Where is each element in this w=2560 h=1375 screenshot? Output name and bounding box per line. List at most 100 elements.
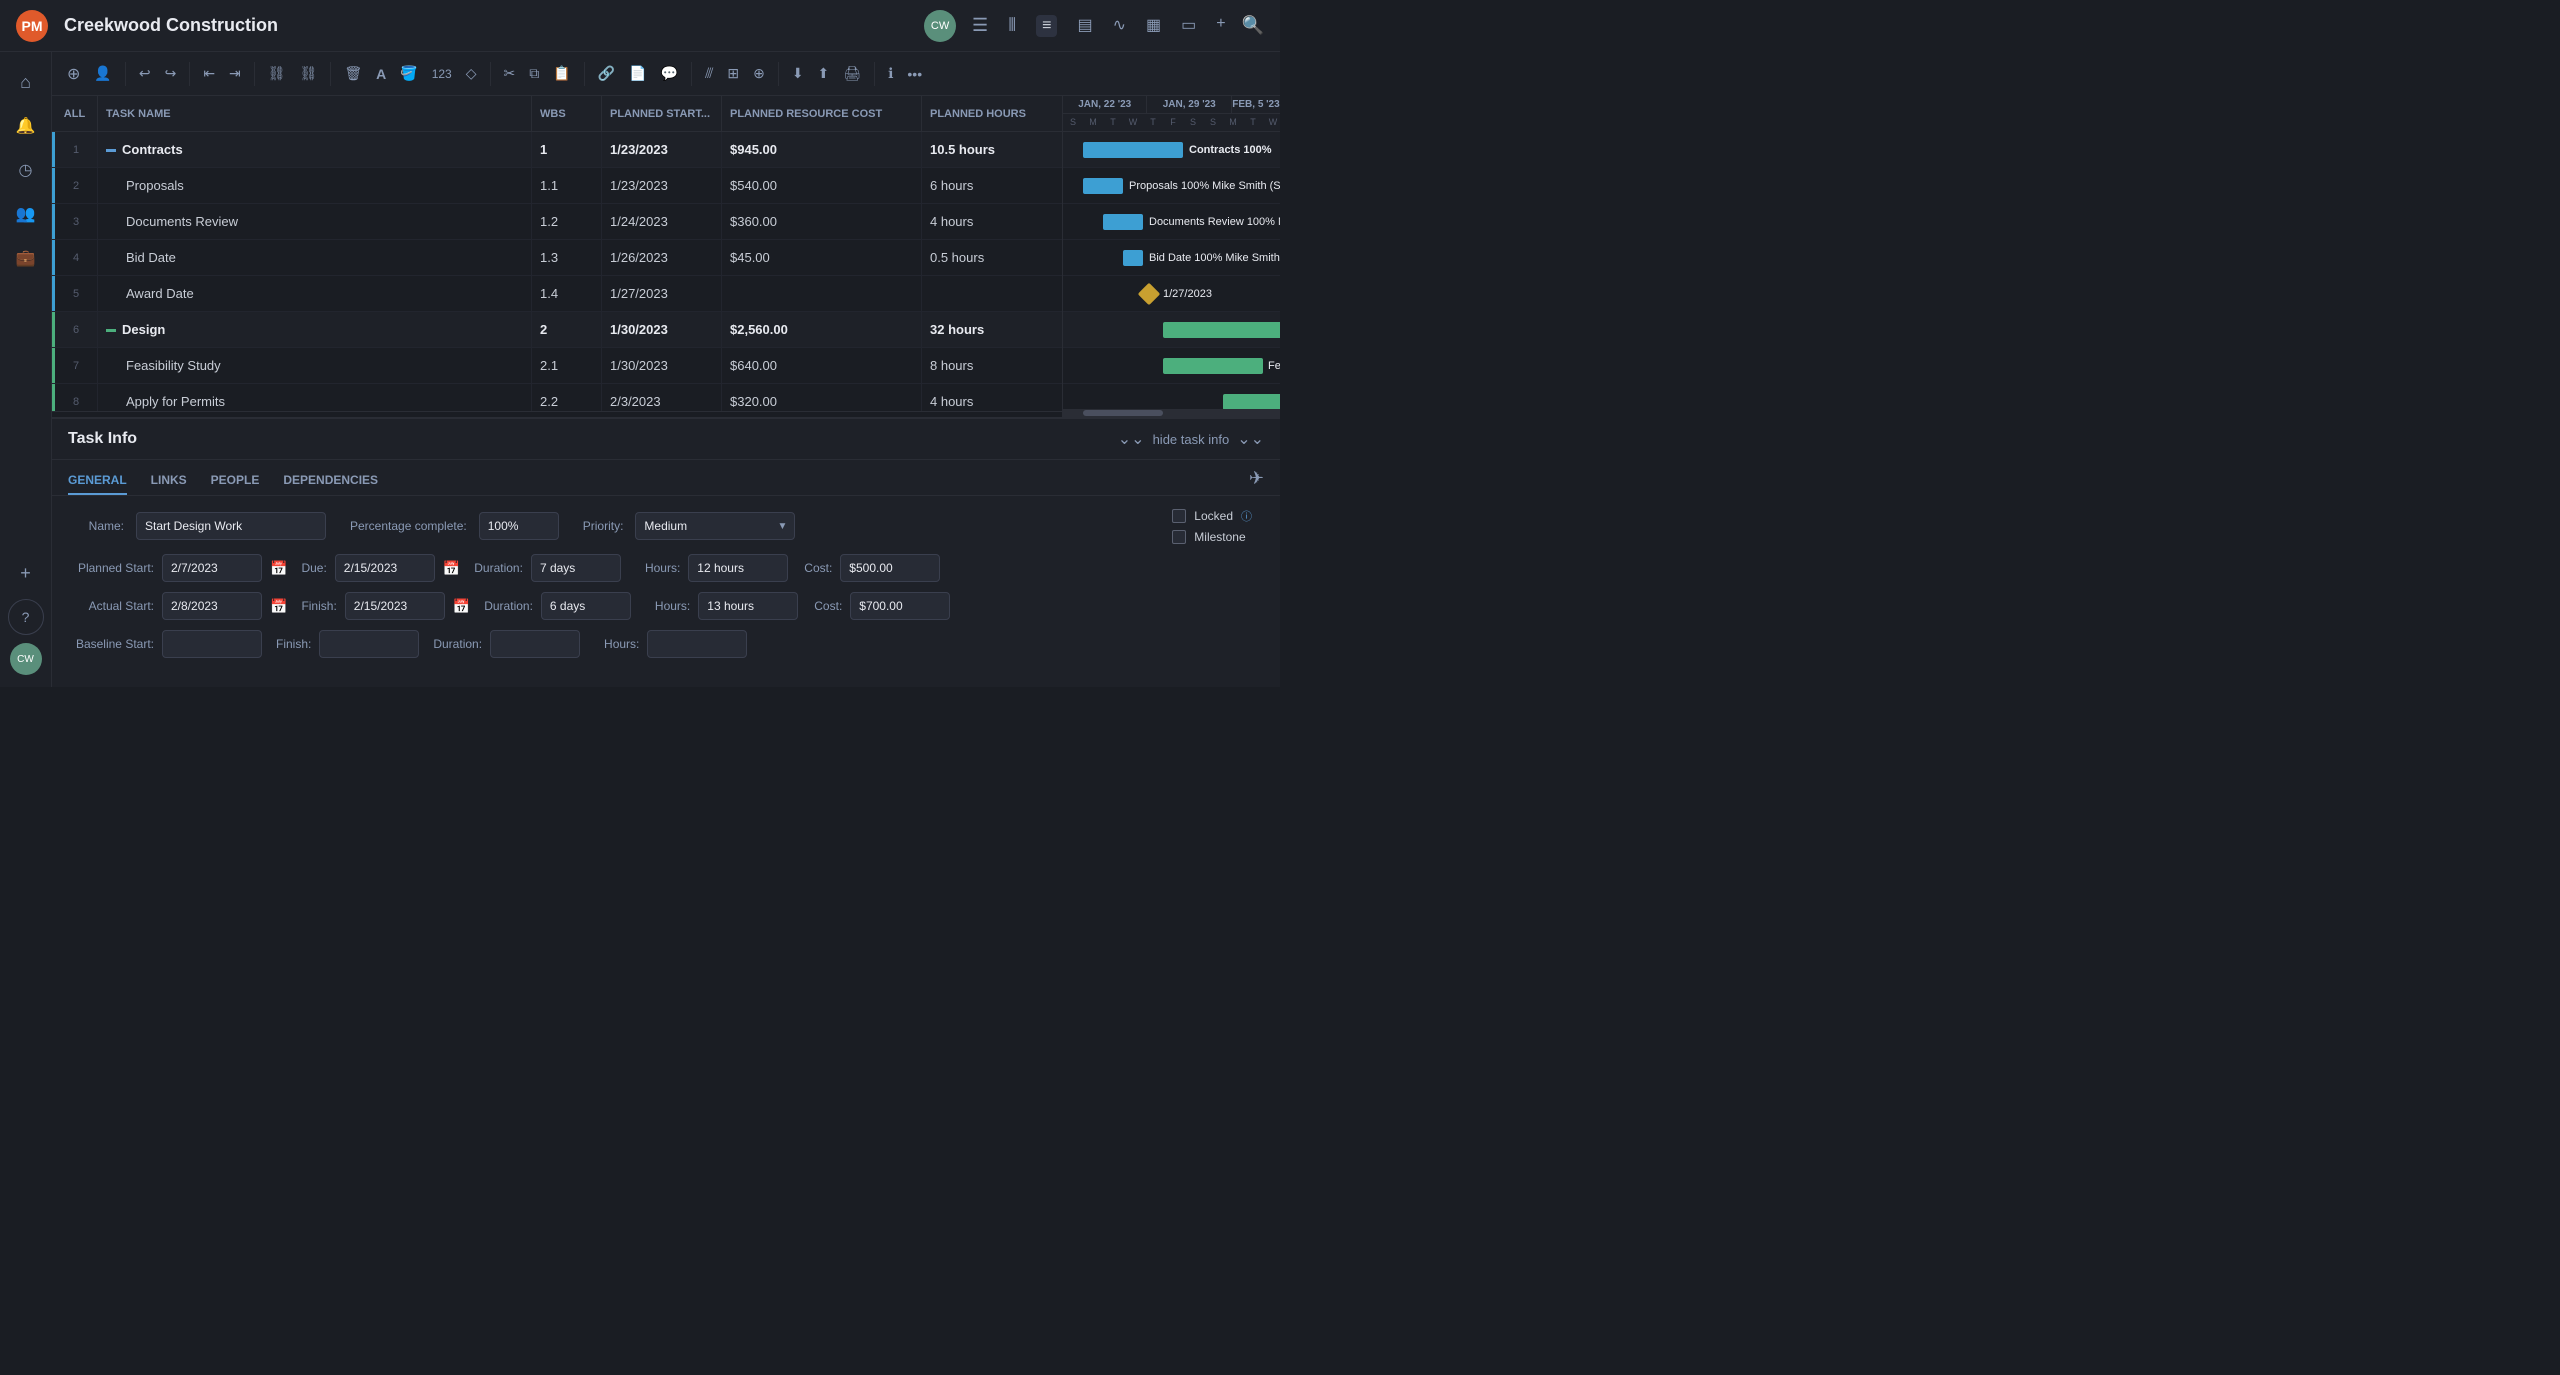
calendar-icon-actual-start[interactable]: 📅 xyxy=(270,598,287,615)
baseline-start-input[interactable] xyxy=(162,630,262,658)
milestone-row[interactable]: Milestone xyxy=(1172,530,1252,544)
finish-input[interactable] xyxy=(345,592,445,620)
list-view-icon[interactable]: ☰ xyxy=(972,15,988,37)
outdent-button[interactable]: ⇤ xyxy=(198,61,220,86)
add-view-icon[interactable]: + xyxy=(1216,15,1225,37)
task-name-cell[interactable]: ▬ Design xyxy=(98,312,532,347)
collapse-icon[interactable]: ▬ xyxy=(106,324,116,335)
hours-actual-input[interactable] xyxy=(698,592,798,620)
table-row[interactable]: 2 Proposals 1.1 1/23/2023 $540.00 6 hour… xyxy=(52,168,1062,204)
chart-view-icon[interactable]: ∿ xyxy=(1113,15,1126,37)
calendar-icon-due[interactable]: 📅 xyxy=(443,560,460,577)
sidebar-item-briefcase[interactable]: 💼 xyxy=(8,240,44,276)
table-button[interactable]: ⊞ xyxy=(722,61,744,86)
split-button[interactable]: ⫻ xyxy=(700,61,718,86)
tab-links[interactable]: LINKS xyxy=(151,467,187,495)
pct-complete-input[interactable] xyxy=(479,512,559,540)
priority-select-wrapper[interactable]: Medium ▼ xyxy=(635,512,795,540)
chevron-down-icon2[interactable]: ⌄⌄ xyxy=(1237,429,1264,449)
search-icon[interactable]: 🔍 xyxy=(1242,15,1264,36)
sidebar-item-home[interactable]: ⌂ xyxy=(8,64,44,100)
task-name-cell[interactable]: Bid Date xyxy=(98,240,532,275)
copy-button[interactable]: ⧉ xyxy=(524,61,544,86)
baseline-hours-input[interactable] xyxy=(647,630,747,658)
table-row[interactable]: 5 Award Date 1.4 1/27/2023 xyxy=(52,276,1062,312)
unlink-button[interactable]: ⛓ xyxy=(295,61,323,86)
hours-planned-input[interactable] xyxy=(688,554,788,582)
milestone-button[interactable]: ◇ xyxy=(461,61,482,86)
table-row[interactable]: 4 Bid Date 1.3 1/26/2023 $45.00 0.5 hour… xyxy=(52,240,1062,276)
task-name-cell[interactable]: Apply for Permits xyxy=(98,384,532,411)
number-format-button[interactable]: 123 xyxy=(427,63,457,85)
task-name-cell[interactable]: ▬ Contracts xyxy=(98,132,532,167)
due-input[interactable] xyxy=(335,554,435,582)
milestone-checkbox[interactable] xyxy=(1172,530,1186,544)
sidebar-avatar[interactable]: CW xyxy=(10,643,42,675)
export-button[interactable]: ⬇ xyxy=(787,61,809,86)
sidebar-item-notifications[interactable]: 🔔 xyxy=(8,108,44,144)
print-button[interactable]: 🖨 xyxy=(838,61,866,86)
calendar-icon-planned-start[interactable]: 📅 xyxy=(270,560,287,577)
comment-button[interactable]: 💬 xyxy=(656,61,683,86)
undo-button[interactable]: ↩ xyxy=(134,61,156,86)
planned-start-input[interactable] xyxy=(162,554,262,582)
page-view-icon[interactable]: ▭ xyxy=(1181,15,1196,37)
gantt-bar-design[interactable] xyxy=(1163,322,1280,338)
tab-people[interactable]: PEOPLE xyxy=(211,467,260,495)
baseline-finish-input[interactable] xyxy=(319,630,419,658)
table-row[interactable]: 3 Documents Review 1.2 1/24/2023 $360.00… xyxy=(52,204,1062,240)
task-name-cell[interactable]: Award Date xyxy=(98,276,532,311)
upload-button[interactable]: ⬆ xyxy=(813,61,835,86)
sidebar-add-button[interactable]: + xyxy=(8,555,44,591)
table-row[interactable]: 6 ▬ Design 2 1/30/2023 $2,560.00 32 hour… xyxy=(52,312,1062,348)
hide-task-label[interactable]: hide task info xyxy=(1153,432,1230,447)
more-button[interactable]: ••• xyxy=(902,62,927,86)
gantt-diamond-award[interactable] xyxy=(1138,282,1161,305)
user-avatar[interactable]: CW xyxy=(924,10,956,42)
duration-planned-input[interactable] xyxy=(531,554,621,582)
gantt-bar-docs[interactable] xyxy=(1103,214,1143,230)
link-button[interactable]: ⛓ xyxy=(263,61,291,86)
indent-button[interactable]: ⇥ xyxy=(224,61,246,86)
redo-button[interactable]: ↪ xyxy=(160,61,182,86)
info-button[interactable]: ℹ xyxy=(883,61,898,86)
fill-color-button[interactable]: 🪣 xyxy=(395,61,422,86)
priority-select[interactable]: Medium xyxy=(635,512,795,540)
delete-button[interactable]: 🗑 xyxy=(339,61,367,86)
chart-scrollbar-thumb[interactable] xyxy=(1083,410,1163,416)
calendar-icon-finish[interactable]: 📅 xyxy=(453,598,470,615)
sidebar-help-button[interactable]: ? xyxy=(8,599,44,635)
grid-view-icon[interactable]: ≡ xyxy=(1036,15,1057,37)
add-task-button[interactable]: ⊕ xyxy=(62,60,85,88)
locked-row[interactable]: Locked ⓘ xyxy=(1172,508,1252,524)
paste-button[interactable]: 📋 xyxy=(548,61,575,86)
send-message-icon[interactable]: ✈ xyxy=(1249,468,1264,488)
chart-scrollbar[interactable] xyxy=(1063,409,1280,417)
baseline-duration-input[interactable] xyxy=(490,630,580,658)
table-row[interactable]: 7 Feasibility Study 2.1 1/30/2023 $640.0… xyxy=(52,348,1062,384)
gantt-bar-permits[interactable] xyxy=(1223,394,1280,410)
table-row[interactable]: 8 Apply for Permits 2.2 2/3/2023 $320.00… xyxy=(52,384,1062,411)
text-style-button[interactable]: A xyxy=(371,62,391,86)
collapse-icon[interactable]: ▬ xyxy=(106,144,116,155)
sidebar-item-people[interactable]: 👥 xyxy=(8,196,44,232)
cal-view-icon[interactable]: ▦ xyxy=(1146,15,1161,37)
chevron-down-icon[interactable]: ⌄⌄ xyxy=(1118,429,1145,449)
gantt-bar-proposals[interactable] xyxy=(1083,178,1123,194)
table-row[interactable]: 1 ▬ Contracts 1 1/23/2023 $945.00 10.5 h… xyxy=(52,132,1062,168)
doc-view-icon[interactable]: ▤ xyxy=(1077,15,1092,37)
tab-dependencies[interactable]: DEPENDENCIES xyxy=(283,467,378,495)
zoom-in-button[interactable]: ⊕ xyxy=(748,61,770,86)
task-name-cell[interactable]: Documents Review xyxy=(98,204,532,239)
collapse-icons[interactable]: ⌄⌄ hide task info ⌄⌄ xyxy=(1118,429,1264,449)
add-person-button[interactable]: 👤 xyxy=(89,61,116,86)
cost-planned-input[interactable] xyxy=(840,554,940,582)
cost-actual-input[interactable] xyxy=(850,592,950,620)
info-icon[interactable]: ⓘ xyxy=(1241,508,1252,524)
gantt-bar-contracts[interactable] xyxy=(1083,142,1183,158)
cut-button[interactable]: ✂ xyxy=(499,61,521,86)
task-name-cell[interactable]: Proposals xyxy=(98,168,532,203)
tab-general[interactable]: GENERAL xyxy=(68,467,127,495)
notes-button[interactable]: 📄 xyxy=(624,61,651,86)
gantt-bar-feasibility[interactable] xyxy=(1163,358,1263,374)
